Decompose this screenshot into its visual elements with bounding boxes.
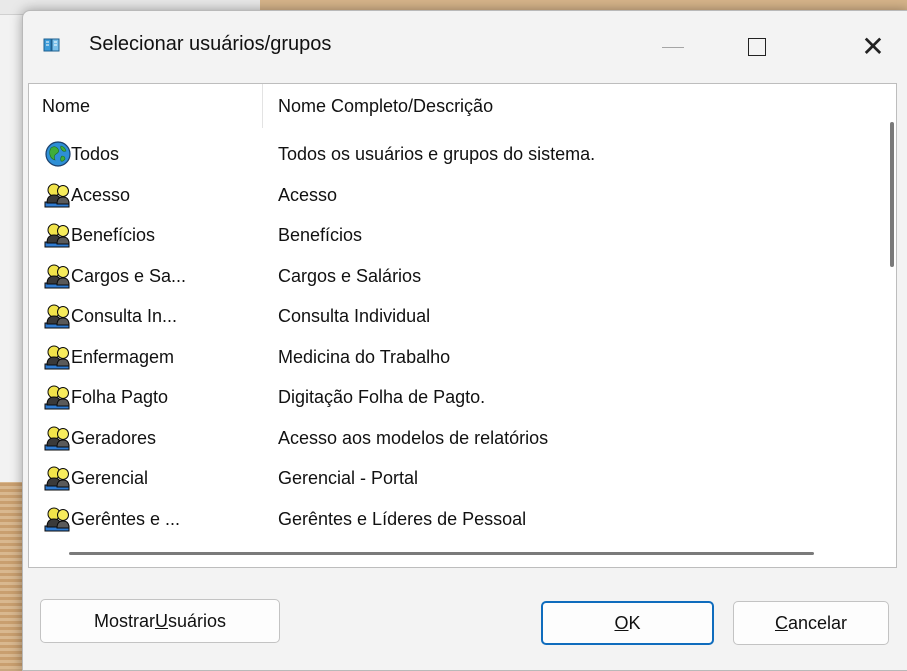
list-item-description: Gerencial - Portal (278, 468, 419, 488)
close-button[interactable]: ✕ (843, 25, 903, 69)
group-icon (43, 262, 73, 290)
dialog-title: Selecionar usuários/grupos (89, 33, 332, 55)
ok-label-after: K (628, 612, 641, 633)
minimize-button[interactable] (643, 25, 703, 69)
list-item[interactable]: Gerêntes e ... Gerêntes e Líderes de Pess… (29, 500, 869, 541)
list-item-name: Cargos e Sa... (71, 265, 187, 286)
show-users-accel: U (154, 610, 168, 631)
show-users-button[interactable]: Mostrar Usuários (40, 599, 280, 643)
ok-accel: O (614, 612, 629, 633)
group-icon (43, 505, 73, 533)
column-header-description[interactable]: Nome Completo/Descrição (278, 84, 493, 128)
cancel-accel: C (774, 612, 788, 633)
group-icon (43, 464, 73, 492)
list-item-name: Todos (71, 144, 120, 164)
column-divider[interactable] (262, 84, 263, 128)
list-item-name: Folha Pagto (71, 387, 169, 407)
users-groups-list[interactable]: Nome Nome Completo/Descrição Todos Todos … (28, 83, 897, 568)
maximize-button[interactable] (727, 25, 787, 69)
list-item-description: Gerêntes e Líderes de Pessoal (278, 508, 527, 529)
list-item-description: Acesso (278, 184, 338, 205)
group-icon (43, 343, 73, 371)
list-header: Nome Nome Completo/Descrição (29, 84, 896, 128)
show-users-label-after: suários (167, 610, 227, 631)
list-item-name: Benefícios (71, 225, 156, 245)
list-item-description: Consulta Individual (278, 306, 431, 326)
list-item-description: Benefícios (278, 225, 363, 245)
column-header-name[interactable]: Nome (42, 84, 90, 128)
group-icon (43, 221, 73, 249)
list-item[interactable]: Benefícios Benefícios (29, 216, 869, 257)
list-item-description: Digitação Folha de Pagto. (278, 387, 486, 407)
list-rows: Todos Todos os usuários e grupos do siste… (29, 135, 869, 540)
group-icon (43, 383, 73, 411)
list-item-name: Geradores (71, 427, 157, 448)
list-item-description: Cargos e Salários (278, 265, 422, 286)
horizontal-scrollbar-thumb[interactable] (69, 552, 814, 555)
list-item-description: Acesso aos modelos de relatórios (278, 427, 549, 448)
list-item[interactable]: Enfermagem Medicina do Trabalho (29, 338, 869, 379)
minimize-icon (662, 46, 684, 48)
ok-button[interactable]: OK (541, 601, 714, 645)
list-item-name: Acesso (71, 184, 131, 205)
list-item-name: Gerencial (71, 468, 149, 488)
app-icon (43, 38, 60, 52)
cancel-button[interactable]: Cancelar (733, 601, 889, 645)
show-users-label-before: Mostrar (93, 610, 155, 631)
list-item-description: Medicina do Trabalho (278, 346, 451, 367)
list-item[interactable]: Cargos e Sa... Cargos e Salários (29, 257, 869, 298)
maximize-icon (748, 38, 766, 56)
close-icon: ✕ (861, 30, 885, 63)
list-item[interactable]: Consulta In... Consulta Individual (29, 297, 869, 338)
globe-icon (43, 140, 73, 168)
list-item-name: Enfermagem (71, 346, 175, 367)
group-icon (43, 424, 73, 452)
list-item[interactable]: Geradores Acesso aos modelos de relatório… (29, 419, 869, 460)
list-item[interactable]: Acesso Acesso (29, 176, 869, 217)
list-item[interactable]: Folha Pagto Digitação Folha de Pagto. (29, 378, 869, 419)
list-item[interactable]: Todos Todos os usuários e grupos do siste… (29, 135, 869, 176)
list-item-name: Consulta In... (71, 306, 178, 326)
vertical-scrollbar-thumb[interactable] (890, 122, 894, 267)
group-icon (43, 181, 73, 209)
list-item-name: Gerêntes e ... (71, 508, 181, 529)
title-bar[interactable]: Selecionar usuários/grupos ✕ (23, 11, 907, 83)
cancel-label-after: ancelar (787, 612, 848, 633)
group-icon (43, 302, 73, 330)
select-users-groups-dialog: Selecionar usuários/grupos ✕ Nome Nome C… (22, 10, 907, 671)
list-item[interactable]: Gerencial Gerencial - Portal (29, 459, 869, 500)
list-item-description: Todos os usuários e grupos do sistema. (278, 144, 596, 164)
horizontal-scrollbar[interactable] (29, 542, 896, 566)
